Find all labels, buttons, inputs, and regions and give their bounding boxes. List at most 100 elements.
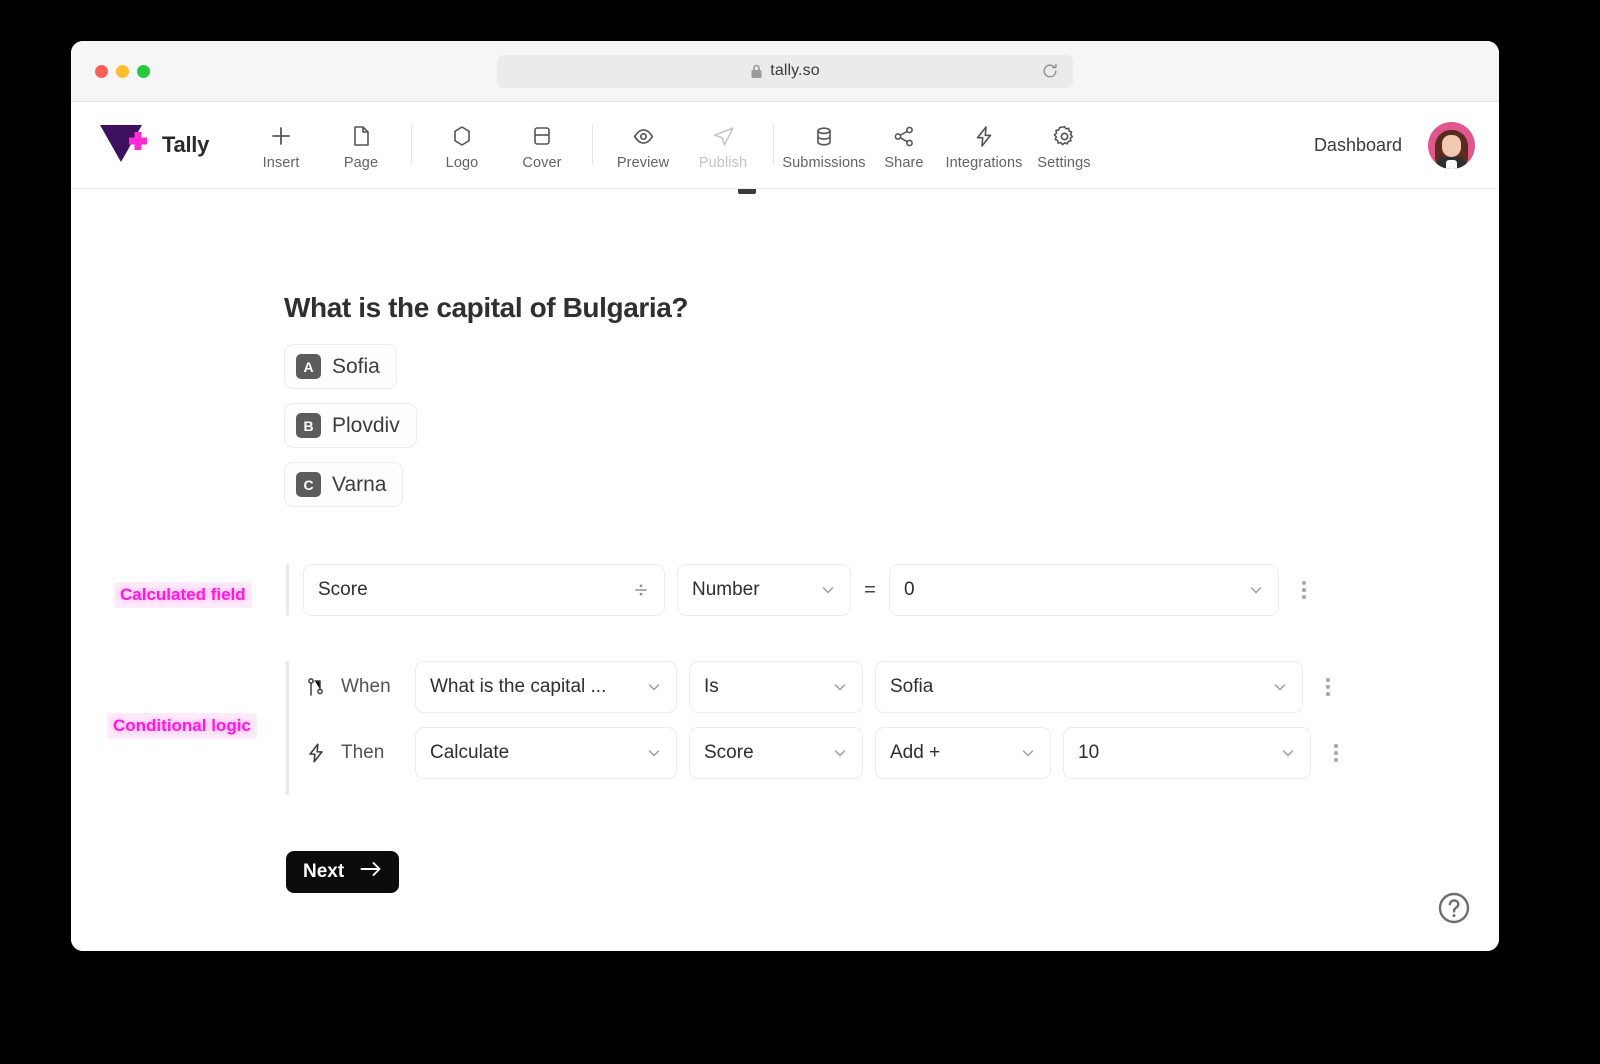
tally-logo-icon: [97, 121, 149, 170]
share-icon: [892, 123, 916, 149]
calculated-field-default-value: 0: [904, 579, 1238, 601]
block-accent-bar: [286, 564, 289, 616]
dot: [1302, 588, 1306, 592]
conditional-logic-rows: When What is the capital ... Is: [303, 661, 1349, 779]
calculated-field-type-value: Number: [692, 579, 810, 601]
logic-then-action-select[interactable]: Calculate: [415, 727, 677, 779]
toolbar-label: Settings: [1037, 155, 1090, 171]
logic-when-operator-value: Is: [704, 676, 822, 698]
chevron-down-icon: [820, 582, 836, 598]
logic-then-target-select[interactable]: Score: [689, 727, 863, 779]
branch-icon: [303, 676, 329, 698]
toolbar-item-share[interactable]: Share: [864, 119, 944, 171]
logic-then-amount-select[interactable]: 10: [1063, 727, 1311, 779]
dot: [1326, 685, 1330, 689]
plus-icon: [269, 123, 293, 149]
calculated-field-name-input[interactable]: Score: [303, 564, 665, 616]
toolbar-group-edit: Insert Page: [241, 119, 401, 171]
option-row: C Varna: [284, 462, 417, 521]
toolbar-item-preview[interactable]: Preview: [603, 119, 683, 171]
database-icon: [812, 123, 836, 149]
calculated-field-type-select[interactable]: Number: [677, 564, 851, 616]
logic-when-field-select[interactable]: What is the capital ...: [415, 661, 677, 713]
chevron-down-icon: [646, 745, 662, 761]
answer-option-b[interactable]: B Plovdiv: [284, 403, 417, 448]
browser-titlebar: tally.so: [71, 41, 1499, 102]
avatar-shirt: [1446, 160, 1457, 169]
toolbar-group-design: Logo Cover: [422, 119, 582, 171]
browser-window: tally.so Tally: [71, 41, 1499, 951]
toolbar-item-settings[interactable]: Settings: [1024, 119, 1104, 171]
toolbar-label: Share: [884, 155, 923, 171]
annotation-calculated-field: Calculated field: [114, 582, 252, 608]
logic-when-value-select[interactable]: Sofia: [875, 661, 1303, 713]
divide-icon: [632, 581, 650, 599]
option-letter-badge: C: [296, 472, 321, 497]
chevron-down-icon: [1280, 745, 1296, 761]
lock-icon: [750, 64, 763, 79]
chevron-down-icon: [1248, 582, 1264, 598]
reload-icon[interactable]: [1041, 62, 1059, 80]
toolbar-label: Logo: [446, 155, 479, 171]
question-title: What is the capital of Bulgaria?: [284, 292, 688, 324]
dot: [1334, 751, 1338, 755]
chevron-down-icon: [1020, 745, 1036, 761]
logic-then-target-value: Score: [704, 742, 822, 764]
option-label: Plovdiv: [332, 414, 400, 438]
toolbar-item-integrations[interactable]: Integrations: [944, 119, 1024, 171]
option-label: Varna: [332, 473, 386, 497]
calculated-field-name-value: Score: [318, 579, 622, 601]
toolbar-item-cover[interactable]: Cover: [502, 119, 582, 171]
toolbar-item-publish[interactable]: Publish: [683, 119, 763, 171]
conditional-logic-block: When What is the capital ... Is: [286, 661, 1349, 795]
dashboard-link[interactable]: Dashboard: [1314, 135, 1402, 156]
calculated-field-default-value-select[interactable]: 0: [889, 564, 1279, 616]
dot: [1302, 595, 1306, 599]
annotation-conditional-logic: Conditional logic: [107, 713, 257, 739]
logic-then-label: Then: [341, 742, 403, 764]
logic-when-value: Sofia: [890, 676, 1262, 698]
dot: [1326, 692, 1330, 696]
logic-when-row: When What is the capital ... Is: [303, 661, 1349, 713]
question-mark-icon: [1437, 891, 1471, 925]
logic-when-operator-select[interactable]: Is: [689, 661, 863, 713]
minimize-window-button[interactable]: [116, 65, 129, 78]
logic-then-operation-select[interactable]: Add +: [875, 727, 1051, 779]
toolbar-divider-2: [592, 125, 593, 165]
logic-when-more-options-button[interactable]: [1315, 661, 1341, 713]
dot: [1334, 744, 1338, 748]
toolbar-item-submissions[interactable]: Submissions: [784, 119, 864, 171]
calculated-field-more-options-button[interactable]: [1291, 564, 1317, 616]
maximize-window-button[interactable]: [137, 65, 150, 78]
dot: [1326, 678, 1330, 682]
brand[interactable]: Tally: [97, 121, 209, 170]
option-letter-badge: A: [296, 354, 321, 379]
answer-option-c[interactable]: C Varna: [284, 462, 403, 507]
brand-name: Tally: [162, 132, 209, 158]
hexagon-icon: [450, 123, 474, 149]
toolbar-label: Insert: [263, 155, 300, 171]
toolbar-item-page[interactable]: Page: [321, 119, 401, 171]
help-button[interactable]: [1437, 891, 1471, 925]
toolbar-label: Publish: [699, 155, 747, 171]
address-bar[interactable]: tally.so: [497, 55, 1073, 88]
toolbar-label: Integrations: [946, 155, 1023, 171]
gear-icon: [1052, 123, 1077, 149]
app-toolbar: Tally Insert Page: [71, 102, 1499, 189]
answer-options: A Sofia B Plovdiv C Varna: [284, 344, 417, 521]
user-avatar[interactable]: [1428, 122, 1475, 169]
logic-then-action-value: Calculate: [430, 742, 636, 764]
dot: [1334, 758, 1338, 762]
toolbar-item-logo[interactable]: Logo: [422, 119, 502, 171]
logic-when-label: When: [341, 676, 403, 698]
next-button-label: Next: [303, 861, 344, 883]
toolbar-group-publish: Preview Publish: [603, 119, 763, 171]
toolbar-item-insert[interactable]: Insert: [241, 119, 321, 171]
close-window-button[interactable]: [95, 65, 108, 78]
answer-option-a[interactable]: A Sofia: [284, 344, 397, 389]
chevron-down-icon: [646, 679, 662, 695]
logic-then-more-options-button[interactable]: [1323, 727, 1349, 779]
calculated-field-block: Score Number: [286, 564, 1317, 616]
lightning-icon: [303, 742, 329, 764]
next-button[interactable]: Next: [286, 851, 399, 893]
